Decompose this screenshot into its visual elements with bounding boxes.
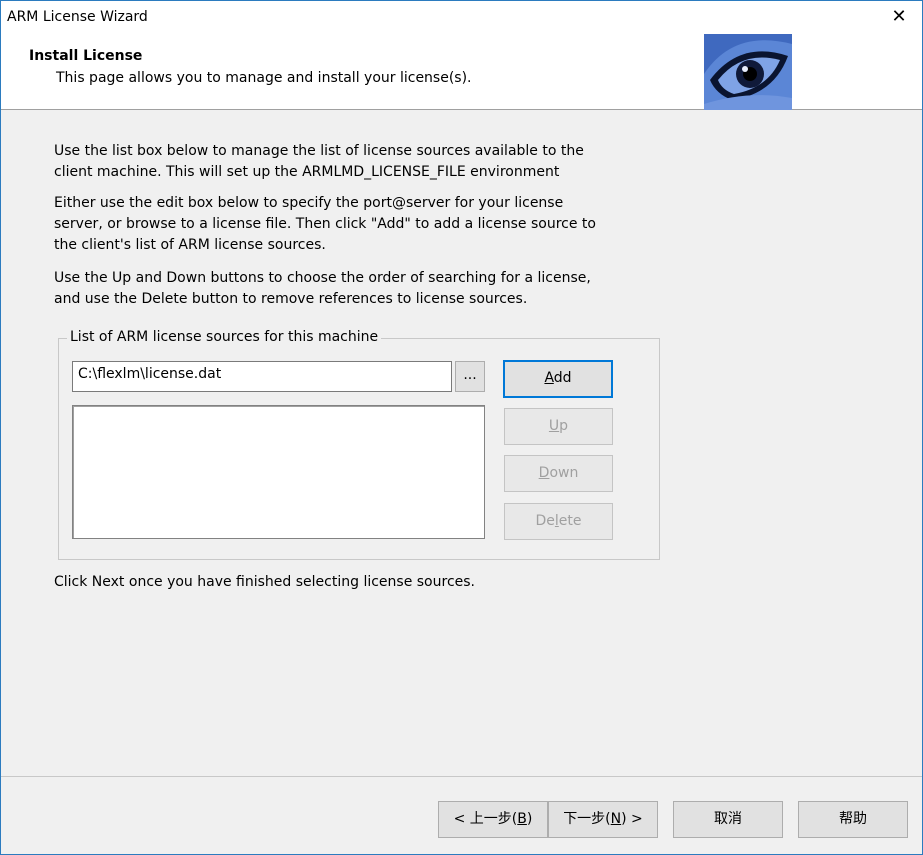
instructions-paragraph-2: Either use the edit box below to specify… bbox=[54, 193, 654, 256]
button-label-post: ) bbox=[526, 811, 533, 827]
button-label-mnemonic: N bbox=[610, 811, 622, 827]
add-button[interactable]: Add bbox=[503, 360, 613, 398]
footer-divider bbox=[1, 776, 922, 777]
button-label-pre: De bbox=[535, 513, 555, 529]
button-label-mnemonic: B bbox=[517, 811, 527, 827]
instructions-paragraph-3: Use the Up and Down buttons to choose th… bbox=[54, 268, 654, 310]
button-label-post: ) > bbox=[621, 811, 643, 827]
help-button[interactable]: 帮助 bbox=[798, 801, 908, 838]
next-button[interactable]: 下一步(N) > bbox=[548, 801, 658, 838]
button-label-post: own bbox=[549, 465, 579, 481]
browse-button[interactable]: ... bbox=[455, 361, 485, 392]
window-title: ARM License Wizard bbox=[7, 9, 148, 25]
text-line: Use the Up and Down buttons to choose th… bbox=[54, 270, 591, 286]
up-button[interactable]: Up bbox=[504, 408, 613, 445]
wizard-header: Install License This page allows you to … bbox=[1, 33, 922, 110]
button-label-post: p bbox=[559, 418, 569, 434]
text-line: server, or browse to a license file. The… bbox=[54, 216, 596, 232]
button-label-post: ete bbox=[558, 513, 582, 529]
cancel-button[interactable]: 取消 bbox=[673, 801, 783, 838]
license-wizard-window: ARM License Wizard ✕ Install License Thi… bbox=[0, 0, 923, 855]
button-label-pre: 下一步( bbox=[563, 811, 611, 827]
button-label-pre: < 上一步( bbox=[453, 811, 518, 827]
page-title: Install License bbox=[29, 48, 143, 64]
license-path-input[interactable]: C:\flexlm\license.dat bbox=[72, 361, 452, 392]
finish-note: Click Next once you have finished select… bbox=[54, 574, 475, 590]
text-line: client machine. This will set up the ARM… bbox=[54, 164, 560, 180]
down-button[interactable]: Down bbox=[504, 455, 613, 492]
title-bar: ARM License Wizard ✕ bbox=[1, 1, 922, 33]
button-label-mnemonic: D bbox=[538, 465, 550, 481]
button-label-post: dd bbox=[553, 370, 572, 386]
delete-button[interactable]: Delete bbox=[504, 503, 613, 540]
text-line: and use the Delete button to remove refe… bbox=[54, 291, 528, 307]
back-button[interactable]: < 上一步(B) bbox=[438, 801, 548, 838]
page-subtitle: This page allows you to manage and insta… bbox=[56, 70, 472, 86]
instructions-paragraph-1: Use the list box below to manage the lis… bbox=[54, 141, 654, 183]
button-label-mnemonic: U bbox=[548, 418, 560, 434]
text-line: the client's list of ARM license sources… bbox=[54, 237, 326, 253]
eye-logo-icon bbox=[704, 34, 792, 110]
group-legend: List of ARM license sources for this mac… bbox=[67, 329, 382, 345]
close-icon[interactable]: ✕ bbox=[876, 1, 922, 33]
license-sources-list[interactable] bbox=[72, 405, 485, 539]
text-line: Use the list box below to manage the lis… bbox=[54, 143, 584, 159]
text-line: Either use the edit box below to specify… bbox=[54, 195, 564, 211]
button-label-mnemonic: A bbox=[544, 370, 554, 386]
